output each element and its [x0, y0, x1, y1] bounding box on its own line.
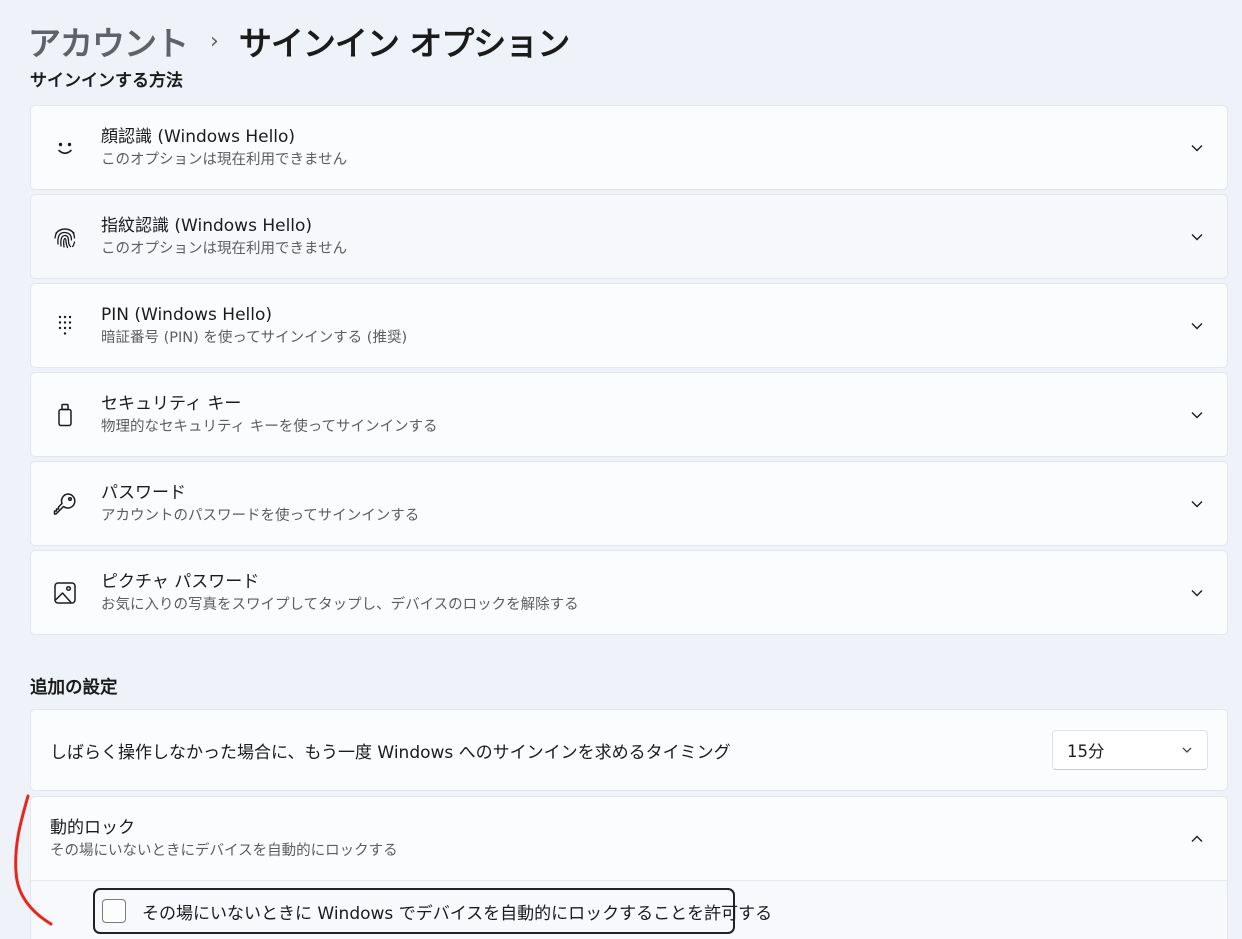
signin-timeout-card: しばらく操作しなかった場合に、もう一度 Windows へのサインインを求めるタ…: [30, 709, 1228, 791]
dynamic-lock-card: 動的ロック その場にいないときにデバイスを自動的にロックする その場にいないとき…: [30, 796, 1228, 939]
chevron-up-icon[interactable]: [1187, 829, 1207, 849]
breadcrumb-separator: ›: [210, 28, 219, 54]
card-subtitle: その場にいないときにデバイスを自動的にロックする: [50, 842, 398, 859]
breadcrumb-parent[interactable]: アカウント: [28, 17, 189, 65]
chevron-down-icon[interactable]: [1187, 494, 1207, 514]
card-title: PIN (Windows Hello): [101, 304, 273, 325]
pin-card[interactable]: PIN (Windows Hello) 暗証番号 (PIN) を使ってサインイン…: [30, 283, 1228, 368]
dropdown-value: 15分: [1067, 742, 1105, 761]
signin-timeout-dropdown[interactable]: 15分: [1052, 730, 1208, 770]
fingerprint-icon: [45, 217, 85, 257]
fingerprint-recognition-card[interactable]: 指紋認識 (Windows Hello) このオプションは現在利用できません: [30, 194, 1228, 279]
page-title: サインイン オプション: [238, 24, 570, 63]
signin-methods-section-title: サインインする方法: [30, 71, 183, 90]
face-icon: [45, 128, 85, 168]
usb-key-icon: [45, 395, 85, 435]
card-subtitle: 暗証番号 (PIN) を使ってサインインする (推奨): [101, 329, 408, 346]
dynamic-lock-body: その場にいないときに Windows でデバイスを自動的にロックすることを許可す…: [31, 881, 1227, 939]
dynamic-lock-checkbox-row[interactable]: その場にいないときに Windows でデバイスを自動的にロックすることを許可す…: [93, 888, 772, 934]
checkbox-label: その場にいないときに Windows でデバイスを自動的にロックすることを許可す…: [142, 903, 773, 924]
card-subtitle: お気に入りの写真をスワイプしてタップし、デバイスのロックを解除する: [101, 596, 579, 613]
chevron-down-icon[interactable]: [1187, 316, 1207, 336]
dynamic-lock-header[interactable]: 動的ロック その場にいないときにデバイスを自動的にロックする: [31, 797, 1227, 881]
picture-password-card[interactable]: ピクチャ パスワード お気に入りの写真をスワイプしてタップし、デバイスのロックを…: [30, 550, 1228, 635]
settings-page: アカウント › サインイン オプション サインインする方法 顔認識 (Windo…: [0, 0, 1242, 939]
card-title: 顔認識 (Windows Hello): [101, 126, 296, 147]
card-subtitle: このオプションは現在利用できません: [101, 151, 348, 168]
breadcrumb: アカウント › サインイン オプション: [28, 14, 570, 68]
chevron-down-icon[interactable]: [1187, 227, 1207, 247]
dynamic-lock-checkbox[interactable]: [102, 899, 126, 923]
card-title: セキュリティ キー: [101, 393, 242, 414]
chevron-down-icon[interactable]: [1187, 138, 1207, 158]
card-title: ピクチャ パスワード: [101, 571, 260, 592]
picture-icon: [45, 573, 85, 613]
chevron-down-icon[interactable]: [1187, 405, 1207, 425]
additional-settings-title: 追加の設定: [30, 678, 118, 698]
face-recognition-card[interactable]: 顔認識 (Windows Hello) このオプションは現在利用できません: [30, 105, 1228, 190]
card-subtitle: アカウントのパスワードを使ってサインインする: [101, 507, 420, 524]
card-title: パスワード: [101, 482, 186, 503]
chevron-down-icon[interactable]: [1187, 583, 1207, 603]
card-title: 指紋認識 (Windows Hello): [101, 215, 313, 236]
chevron-down-icon: [1182, 747, 1192, 753]
key-icon: [45, 484, 85, 524]
pin-keypad-icon: [45, 306, 85, 346]
card-title: 動的ロック: [50, 817, 135, 838]
card-subtitle: このオプションは現在利用できません: [101, 240, 348, 257]
password-card[interactable]: パスワード アカウントのパスワードを使ってサインインする: [30, 461, 1228, 546]
security-key-card[interactable]: セキュリティ キー 物理的なセキュリティ キーを使ってサインインする: [30, 372, 1228, 457]
card-subtitle: 物理的なセキュリティ キーを使ってサインインする: [101, 418, 438, 435]
signin-timeout-label: しばらく操作しなかった場合に、もう一度 Windows へのサインインを求めるタ…: [50, 742, 731, 763]
